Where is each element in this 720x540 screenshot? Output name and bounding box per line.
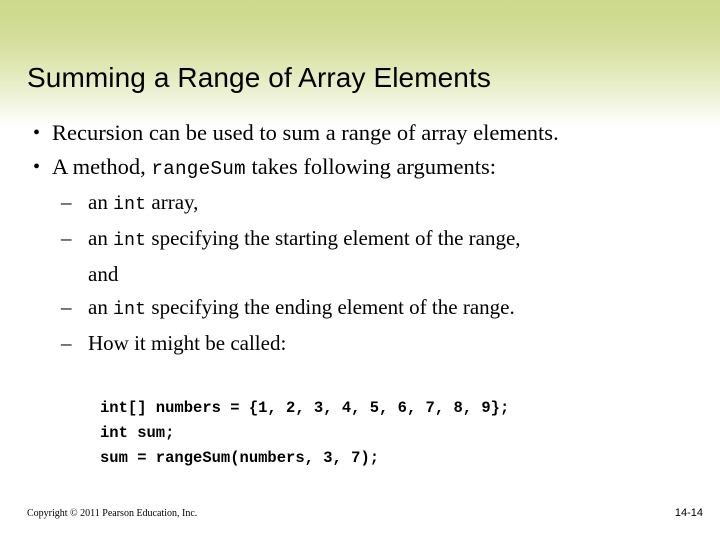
text-run: an — [88, 295, 114, 319]
code-identifier: int — [113, 195, 147, 215]
bullet-list: • Recursion can be used to sum a range of… — [0, 116, 720, 186]
sub-bullet-item: – How it might be called: — [0, 327, 720, 360]
sub-bullet-marker-icon: – — [61, 190, 72, 214]
text-run: specifying the ending element of the ran… — [146, 295, 515, 319]
code-line: int sum; — [100, 424, 175, 442]
code-identifier: int — [113, 231, 147, 251]
page-title: Summing a Range of Array Elements — [27, 62, 491, 93]
code-line: int[] numbers = {1, 2, 3, 4, 5, 6, 7, 8,… — [100, 399, 510, 417]
code-line: sum = rangeSum(numbers, 3, 7); — [100, 449, 380, 467]
sub-bullet-item: – an int array, — [0, 186, 720, 222]
sub-bullet-marker-icon: – — [61, 295, 72, 319]
text-run: takes following arguments: — [245, 154, 497, 179]
bullet-item: • Recursion can be used to sum a range of… — [0, 116, 720, 150]
text-run: an — [88, 226, 114, 250]
bullet-marker-icon: • — [33, 156, 41, 178]
code-block: int[] numbers = {1, 2, 3, 4, 5, 6, 7, 8,… — [100, 396, 509, 471]
sub-bullet-continuation: and — [88, 262, 119, 286]
sub-bullet-marker-icon: – — [61, 331, 72, 355]
bullet-marker-icon: • — [33, 122, 41, 144]
slide: Summing a Range of Array Elements • Recur… — [0, 0, 720, 540]
footer-page-number: 14-14 — [674, 507, 703, 519]
text-run: an — [88, 190, 114, 214]
sub-bullet-marker-icon: – — [61, 226, 72, 250]
sub-bullet-item: – an int specifying the starting element … — [0, 222, 720, 258]
bullet-item: • A method, rangeSum takes following argu… — [0, 150, 720, 186]
text-run: Recursion can be used to sum a range of … — [52, 120, 559, 145]
footer-copyright: Copyright © 2011 Pearson Education, Inc. — [27, 508, 198, 519]
code-identifier: rangeSum — [151, 158, 246, 180]
code-identifier: int — [113, 300, 147, 320]
sub-bullet-list: – an int array, – an int specifying the sta… — [0, 186, 720, 360]
sub-bullet-item: – an int specifying the ending element of… — [0, 291, 720, 327]
text-run: A method, — [52, 154, 152, 179]
text-run: array, — [146, 190, 199, 214]
text-run: How it might be called: — [88, 331, 287, 355]
text-run: specifying the starting element of the r… — [146, 226, 521, 250]
slide-body: • Recursion can be used to sum a range of… — [0, 116, 720, 360]
